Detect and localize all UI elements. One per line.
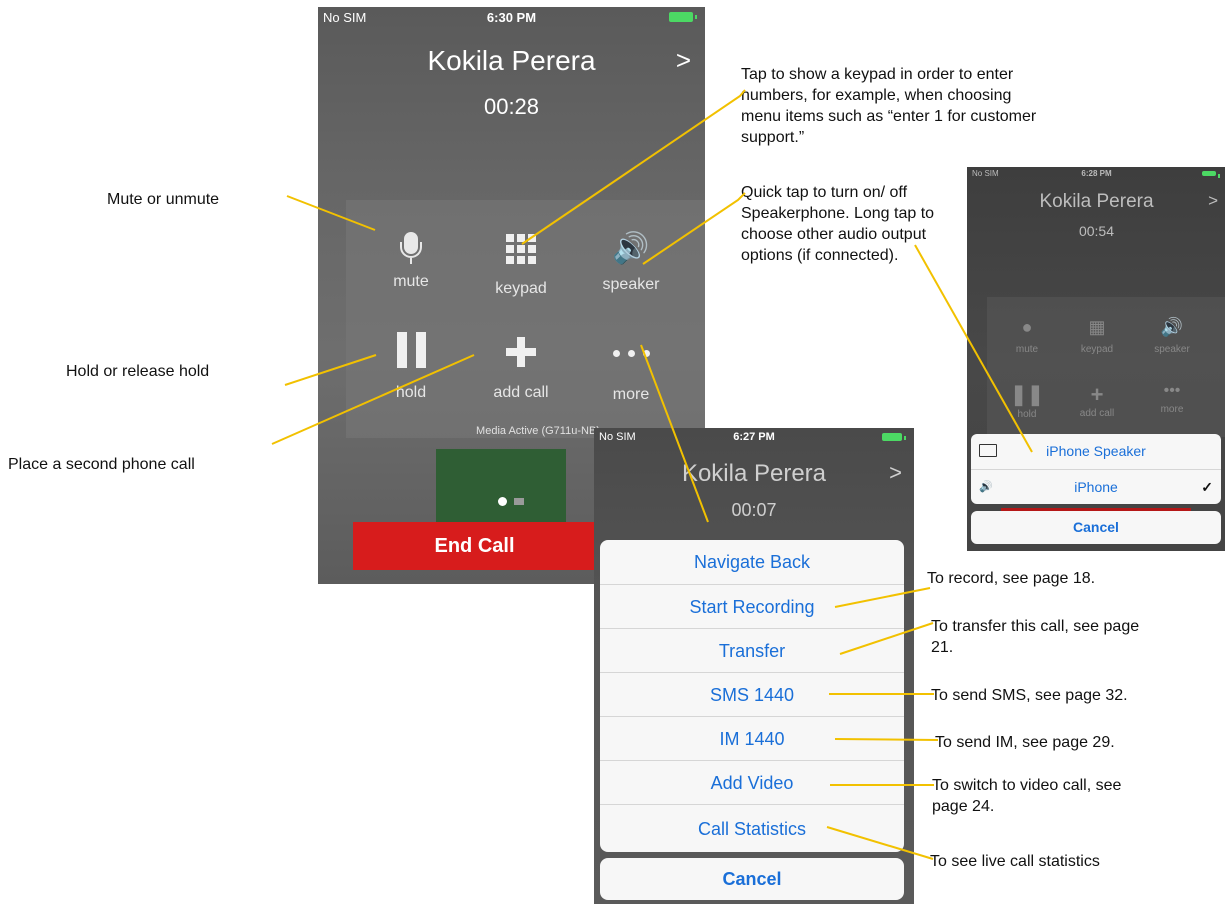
keypad-button[interactable]: ▦ keypad (1057, 317, 1137, 355)
annotation-hold: Hold or release hold (66, 363, 210, 380)
add-video-option[interactable]: Add Video (600, 760, 904, 805)
hold-label: hold (1017, 409, 1037, 420)
speaker-icon: 🔊 (612, 232, 650, 265)
caller-name: Kokila Perera (427, 45, 596, 76)
annotation-stats: To see live call statistics (930, 853, 1100, 870)
call-duration: 00:07 (731, 500, 777, 520)
hold-button[interactable]: hold (356, 332, 466, 402)
microphone-icon (356, 232, 466, 264)
caller-name: Kokila Perera (681, 460, 827, 487)
iphone-option[interactable]: 🔊 iPhone ✓ (971, 469, 1221, 504)
audio-output-sheet: iPhone Speaker 🔊 iPhone ✓ (971, 434, 1221, 504)
microphone-icon: ● (1021, 317, 1033, 337)
annotation-record: To record, see page 18. (927, 570, 1096, 587)
status-time: 6:28 PM (1081, 169, 1112, 178)
mute-label: mute (1015, 344, 1039, 355)
keypad-label: keypad (495, 280, 547, 297)
more-dots-icon: ••• (1163, 382, 1181, 399)
mute-button[interactable]: ● mute (987, 317, 1067, 355)
status-bar: No SIM 6:30 PM (318, 7, 705, 27)
transfer-option[interactable]: Transfer (600, 628, 904, 673)
speaker-button[interactable]: 🔊 speaker (1132, 317, 1212, 355)
status-time: 6:27 PM (733, 431, 775, 443)
annotation-add-call: Place a second phone call (8, 456, 195, 473)
add-call-button[interactable]: add call (466, 337, 576, 402)
keypad-button[interactable]: keypad (466, 234, 576, 298)
cancel-button[interactable]: Cancel (971, 511, 1221, 544)
more-menu-screen: No SIM 6:27 PM Kokila Perera > 00:07 Nav… (594, 428, 914, 904)
keypad-icon: ▦ (1088, 317, 1106, 337)
checkmark-icon: ✓ (1201, 479, 1213, 495)
mute-button[interactable]: mute (356, 232, 466, 291)
iphone-speaker-option[interactable]: iPhone Speaker (971, 434, 1221, 469)
navigate-back-option[interactable]: Navigate Back (600, 540, 904, 584)
speaker-label: speaker (602, 276, 660, 293)
hold-label: hold (395, 384, 427, 401)
keypad-label: keypad (1080, 344, 1114, 355)
more-dots-icon (576, 350, 686, 357)
call-statistics-option[interactable]: Call Statistics (600, 804, 904, 852)
iphone-label: iPhone (1074, 479, 1118, 495)
more-options-sheet: Navigate Back Start Recording Transfer S… (600, 540, 904, 852)
add-call-button[interactable]: + add call (1057, 382, 1137, 419)
camera-icon (514, 498, 524, 505)
battery-icon (1202, 171, 1220, 178)
add-call-label: add call (493, 384, 549, 401)
more-button[interactable]: more (576, 350, 686, 404)
caller-name: Kokila Perera (1039, 191, 1154, 212)
plus-icon: + (1090, 382, 1104, 407)
status-bar: No SIM 6:28 PM (967, 167, 1225, 181)
sms-option[interactable]: SMS 1440 (600, 672, 904, 717)
iphone-speaker-label: iPhone Speaker (1046, 443, 1146, 459)
status-bar: No SIM 6:27 PM (594, 428, 914, 448)
hold-button[interactable]: ❚❚ hold (987, 382, 1067, 420)
pause-icon (356, 332, 466, 368)
speaker-button[interactable]: 🔊 speaker (576, 232, 686, 294)
annotation-im: To send IM, see page 29. (935, 734, 1115, 751)
chevron-right-icon[interactable]: > (676, 45, 691, 76)
battery-icon (882, 433, 906, 441)
start-recording-option[interactable]: Start Recording (600, 584, 904, 629)
chevron-right-icon[interactable]: > (889, 460, 902, 486)
annotation-video: To switch to video call, see page 24. (932, 777, 1122, 815)
more-button[interactable]: ••• more (1132, 382, 1212, 415)
chevron-right-icon[interactable]: > (1208, 191, 1218, 211)
speaker-label: speaker (1154, 344, 1190, 355)
im-option[interactable]: IM 1440 (600, 716, 904, 761)
annotation-speaker: Quick tap to turn on/ off Speakerphone. … (741, 184, 935, 264)
annotation-transfer: To transfer this call, see page 21. (931, 618, 1140, 656)
annotation-sms: To send SMS, see page 32. (931, 687, 1128, 704)
more-label: more (1160, 404, 1184, 415)
call-duration: 00:54 (1078, 223, 1115, 239)
end-call-button[interactable]: End Call (353, 522, 596, 570)
annotation-mute: Mute or unmute (107, 191, 220, 208)
annotation-keypad: Tap to show a keypad in order to enter n… (741, 66, 1037, 146)
add-call-label: add call (1079, 408, 1115, 419)
speaker-icon: 🔊 (979, 481, 993, 493)
speaker-icon: 🔊 (1160, 317, 1184, 337)
page-indicator (498, 497, 507, 506)
cancel-button[interactable]: Cancel (600, 858, 904, 900)
status-time: 6:30 PM (486, 10, 537, 25)
audio-output-screen: No SIM 6:28 PM Kokila Perera > 00:54 ● m… (967, 167, 1225, 551)
mute-label: mute (393, 273, 429, 290)
call-duration: 00:28 (483, 94, 540, 119)
battery-icon (669, 12, 697, 22)
monitor-icon (979, 444, 997, 457)
pause-icon: ❚❚ (1010, 384, 1044, 406)
plus-icon (466, 337, 576, 367)
more-label: more (612, 386, 650, 403)
keypad-icon (466, 234, 576, 264)
